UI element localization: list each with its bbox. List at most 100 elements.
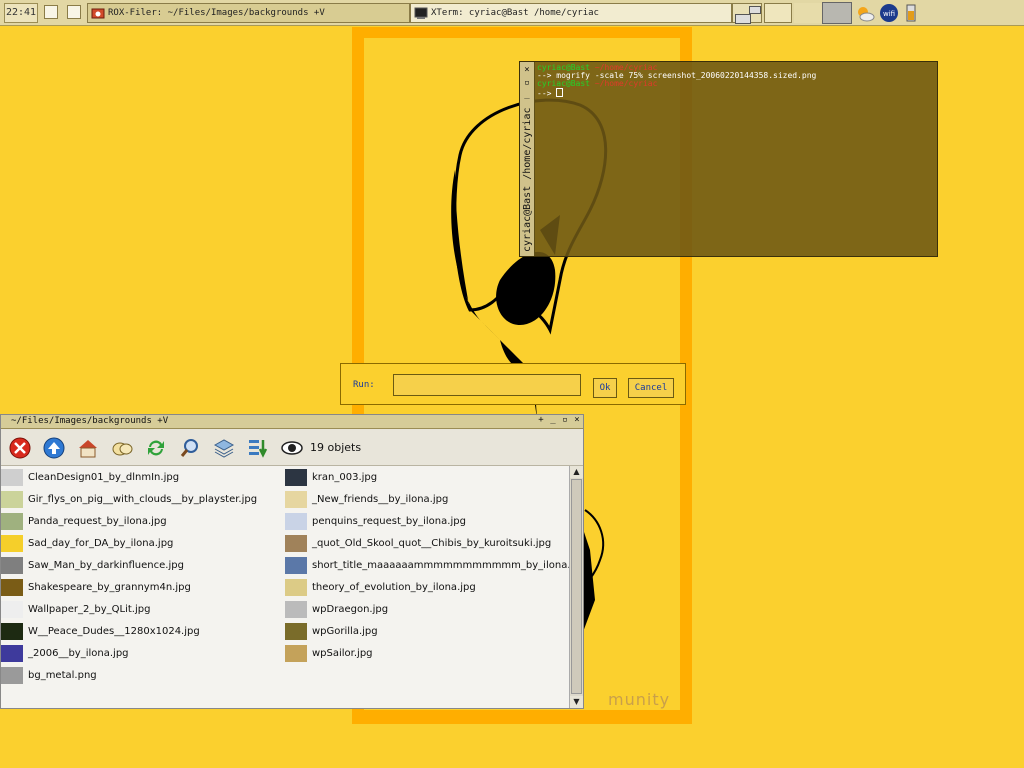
layers-icon[interactable] (213, 437, 235, 459)
file-name: kran_003.jpg (312, 472, 378, 483)
file-thumbnail (1, 535, 23, 552)
file-thumbnail (1, 667, 23, 684)
file-name: _New_friends__by_ilona.jpg (312, 494, 449, 505)
rox-filer-icon (91, 8, 105, 19)
rox-shade-button[interactable]: + (536, 415, 546, 425)
wifi-icon[interactable]: wifi (879, 3, 899, 23)
clock[interactable]: 22:41 (4, 3, 38, 23)
file-item[interactable]: Wallpaper_2_by_QLit.jpg (1, 599, 283, 621)
file-name: theory_of_evolution_by_ilona.jpg (312, 582, 476, 593)
pager-window-1 (735, 14, 751, 24)
file-thumbnail (1, 491, 23, 508)
file-item[interactable]: Saw_Man_by_darkinfluence.jpg (1, 555, 283, 577)
file-item[interactable]: penquins_request_by_ilona.jpg (285, 511, 569, 533)
file-item[interactable]: wpDraegon.jpg (285, 599, 569, 621)
rox-titlebar[interactable]: ~/Files/Images/backgrounds +V + _ ▫ × (1, 415, 583, 429)
desktop-button-1[interactable] (44, 5, 58, 19)
scroll-thumb[interactable] (571, 479, 582, 694)
task-rox-filer[interactable]: ROX-Filer: ~/Files/Images/backgrounds +V (87, 3, 410, 23)
file-item[interactable]: _New_friends__by_ilona.jpg (285, 489, 569, 511)
file-name: Saw_Man_by_darkinfluence.jpg (28, 560, 184, 571)
rox-filer-window: ~/Files/Images/backgrounds +V + _ ▫ × 19… (0, 414, 584, 709)
home-icon[interactable] (77, 437, 99, 459)
file-name: Gir_flys_on_pig__with_clouds__by_playste… (28, 494, 258, 505)
file-thumbnail (285, 579, 307, 596)
scroll-up-arrow[interactable]: ▲ (570, 466, 583, 478)
sort-icon[interactable] (247, 437, 269, 459)
file-name: bg_metal.png (28, 670, 97, 681)
file-thumbnail (285, 601, 307, 618)
file-name: W__Peace_Dudes__1280x1024.jpg (28, 626, 200, 637)
file-thumbnail (285, 623, 307, 640)
file-list[interactable]: CleanDesign01_by_dlnmIn.jpg Gir_flys_on_p… (1, 466, 569, 708)
prompt-arrow: --> (537, 89, 552, 98)
svg-text:wifi: wifi (883, 10, 895, 18)
item-count: 19 objets (310, 441, 362, 454)
close-icon[interactable] (9, 437, 31, 459)
xterm-line-4: --> (537, 88, 933, 98)
prompt-user: cyriac@Bast (537, 79, 590, 88)
file-item[interactable]: kran_003.jpg (285, 467, 569, 489)
file-item[interactable]: Gir_flys_on_pig__with_clouds__by_playste… (1, 489, 283, 511)
rox-minimize-button[interactable]: _ (548, 415, 558, 425)
rox-maximize-button[interactable]: ▫ (560, 415, 570, 425)
task-rox-filer-label: ROX-Filer: ~/Files/Images/backgrounds +V (108, 8, 325, 18)
file-thumbnail (285, 645, 307, 662)
file-item[interactable]: bg_metal.png (1, 665, 283, 687)
file-name: Shakespeare_by_grannym4n.jpg (28, 582, 191, 593)
taskbar: 22:41 ROX-Filer: ~/Files/Images/backgrou… (0, 0, 1024, 26)
file-item[interactable]: _quot_Old_Skool_quot__Chibis_by_kuroitsu… (285, 533, 569, 555)
run-command-input[interactable] (393, 374, 581, 396)
file-thumbnail (1, 645, 23, 662)
up-icon[interactable] (43, 437, 65, 459)
workspace-pager[interactable] (732, 3, 762, 24)
xterm-side-title: cyriac@Bast /home/cyriac (522, 107, 533, 253)
xterm-content[interactable]: cyriac@Bast ~/home/cyriac --> mogrify -s… (537, 64, 933, 98)
file-item[interactable]: short_title_maaaaaammmmmmmmmmm_by_ilona.… (285, 555, 569, 577)
file-thumbnail (285, 535, 307, 552)
file-item[interactable]: W__Peace_Dudes__1280x1024.jpg (1, 621, 283, 643)
file-item[interactable]: theory_of_evolution_by_ilona.jpg (285, 577, 569, 599)
xterm-window[interactable]: × ▫ _ cyriac@Bast /home/cyriac cyriac@Ba… (519, 61, 938, 257)
xterm-line-3: cyriac@Bast ~/home/cyriac (537, 80, 933, 88)
scroll-down-arrow[interactable]: ▼ (570, 696, 583, 708)
file-thumbnail (285, 557, 307, 574)
file-thumbnail (1, 623, 23, 640)
eye-icon[interactable] (281, 437, 303, 459)
refresh-icon[interactable] (145, 437, 167, 459)
file-name: penquins_request_by_ilona.jpg (312, 516, 466, 527)
bookmarks-icon[interactable] (111, 437, 133, 459)
file-item[interactable]: wpSailor.jpg (285, 643, 569, 665)
file-name: _2006__by_ilona.jpg (28, 648, 129, 659)
file-thumbnail (1, 601, 23, 618)
weather-icon[interactable] (855, 3, 875, 23)
file-item[interactable]: Panda_request_by_ilona.jpg (1, 511, 283, 533)
file-item[interactable]: CleanDesign01_by_dlnmIn.jpg (1, 467, 283, 489)
desktop-button-2[interactable] (67, 5, 81, 19)
cancel-button[interactable]: Cancel (628, 378, 674, 398)
tray-launcher-button[interactable] (822, 2, 852, 24)
pager-window-2 (749, 6, 761, 14)
file-list-scrollbar[interactable]: ▲ ▼ (569, 466, 583, 708)
zoom-icon[interactable] (179, 437, 201, 459)
battery-icon[interactable] (901, 3, 921, 23)
task-xterm[interactable]: XTerm: cyriac@Bast /home/cyriac (410, 3, 732, 23)
file-item[interactable]: Shakespeare_by_grannym4n.jpg (1, 577, 283, 599)
xterm-sidebar: × ▫ _ cyriac@Bast /home/cyriac (520, 62, 535, 256)
file-item[interactable]: _2006__by_ilona.jpg (1, 643, 283, 665)
file-name: CleanDesign01_by_dlnmIn.jpg (28, 472, 180, 483)
wallpaper-text: munity (608, 690, 671, 709)
file-name: _quot_Old_Skool_quot__Chibis_by_kuroitsu… (312, 538, 552, 549)
ok-button[interactable]: Ok (593, 378, 617, 398)
run-dialog: Run: Ok Cancel (340, 363, 686, 405)
tray-spacer (794, 3, 822, 23)
file-item[interactable]: wpGorilla.jpg (285, 621, 569, 643)
pager-desktop-2[interactable] (764, 3, 792, 23)
file-thumbnail (1, 469, 23, 486)
file-thumbnail (1, 513, 23, 530)
terminal-icon (414, 7, 428, 19)
file-name: Sad_day_for_DA_by_ilona.jpg (28, 538, 174, 549)
task-xterm-label: XTerm: cyriac@Bast /home/cyriac (431, 8, 599, 18)
file-item[interactable]: Sad_day_for_DA_by_ilona.jpg (1, 533, 283, 555)
rox-close-button[interactable]: × (572, 415, 582, 425)
